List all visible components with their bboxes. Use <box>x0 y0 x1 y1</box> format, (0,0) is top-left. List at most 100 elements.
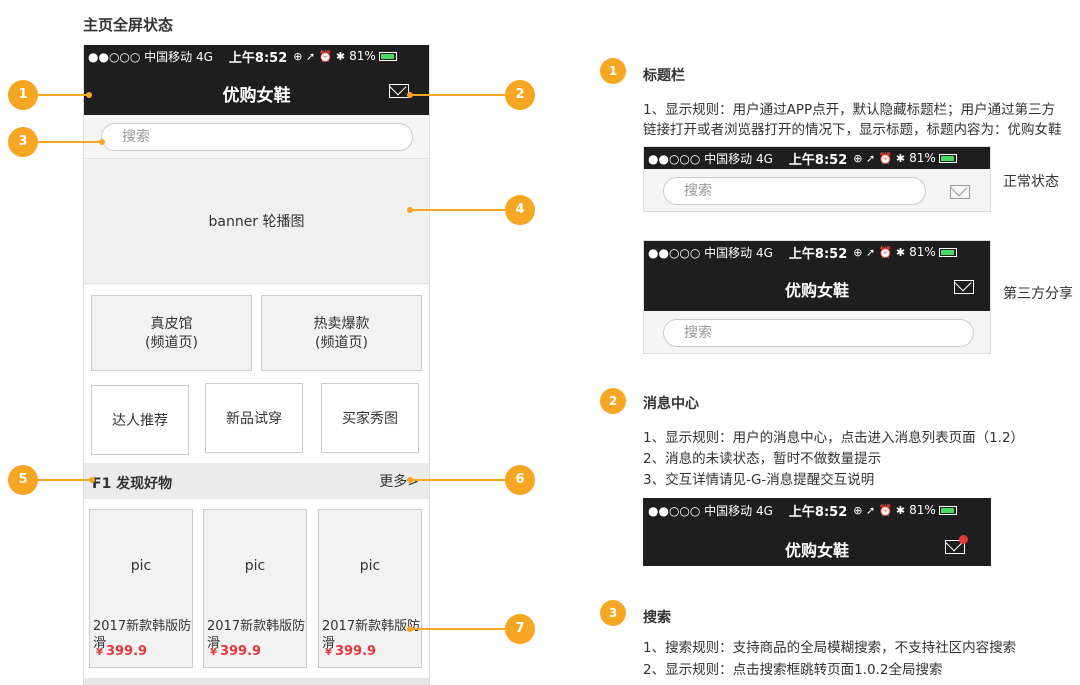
product-list: pic 2017新款韩版防滑 ¥399.9 pic 2017新款韩版防滑 ¥39… <box>84 499 429 685</box>
note-2-line-2: 2、消息的未读状态，暂时不做数量提示 <box>643 451 882 467</box>
unread-dot-icon <box>959 535 968 544</box>
app-title: 优购女鞋 <box>222 86 291 106</box>
note-2-badge: 2 <box>600 388 626 414</box>
callout-7: 7 <box>505 614 535 644</box>
category-sub: (频道页) <box>315 335 368 351</box>
category-expert[interactable]: 达人推荐 <box>91 385 189 455</box>
app-title: 优购女鞋 <box>784 541 849 560</box>
currency-symbol: ¥ <box>210 647 217 658</box>
note-1-badge: 1 <box>600 58 626 84</box>
mock-unread-message: ●●○○○ 中国移动 4G 上午8:52 ⊕ ➚ ⏰ ✱ 81% 优购女鞋 <box>643 498 991 566</box>
leader-dot <box>407 207 413 213</box>
mock-normal-state: ●●○○○ 中国移动 4G 上午8:52 ⊕ ➚ ⏰ ✱ 81% 搜索 <box>643 146 991 212</box>
leader-line <box>410 209 505 211</box>
note-3-title: 搜索 <box>643 610 671 626</box>
callout-3: 3 <box>8 127 38 157</box>
phone-mockup: ●●○○○ 中国移动 4G 上午8:52 ⊕ ➚ ⏰ ✱ 81% 优购女鞋 搜索… <box>83 45 430 685</box>
note-1-line-1: 1、显示规则：用户通过APP点开，默认隐藏标题栏；用户通过第三方 <box>643 102 1056 118</box>
battery-percent: 81% <box>349 49 376 63</box>
mail-icon[interactable] <box>950 185 970 199</box>
note-3-line-2: 2、显示规则：点击搜索框跳转页面1.0.2全局搜索 <box>643 662 943 678</box>
mail-icon[interactable] <box>389 84 409 98</box>
search-bar: 搜索 <box>84 115 429 159</box>
search-input[interactable]: 搜索 <box>663 177 926 205</box>
leader-dot <box>99 139 105 145</box>
product-image: pic <box>130 558 152 574</box>
signal-carrier: ●●○○○ 中国移动 4G <box>648 245 773 260</box>
status-bar: ●●○○○ 中国移动 4G 上午8:52 ⊕ ➚ ⏰ ✱ 81% <box>84 45 429 67</box>
mock-label-share: 第三方分享 <box>1003 286 1073 302</box>
status-icons: ⊕ ➚ ⏰ ✱ <box>853 151 906 165</box>
app-title: 优购女鞋 <box>784 281 849 300</box>
battery-icon <box>938 247 957 257</box>
leader-dot <box>86 92 92 98</box>
note-1-title: 标题栏 <box>643 68 685 84</box>
category-leather[interactable]: 真皮馆 (频道页) <box>91 295 252 371</box>
product-image: pic <box>244 558 266 574</box>
callout-1: 1 <box>8 80 38 110</box>
currency-symbol: ¥ <box>96 647 103 658</box>
category-new-try[interactable]: 新品试穿 <box>205 383 303 453</box>
search-input[interactable]: 搜索 <box>663 319 974 347</box>
page-title: 主页全屏状态 <box>83 16 174 34</box>
category-buyer-show[interactable]: 买家秀图 <box>321 383 419 453</box>
status-time: 上午8:52 <box>228 50 288 66</box>
callout-5: 5 <box>8 465 38 495</box>
product-price: ¥399.9 <box>96 644 147 659</box>
signal-carrier: ●●○○○ 中国移动 4G <box>88 49 213 64</box>
note-2-line-3: 3、交互详情请见-G-消息提醒交互说明 <box>643 472 875 488</box>
status-time: 上午8:52 <box>788 246 848 262</box>
leader-dot <box>407 626 413 632</box>
leader-dot <box>89 477 95 483</box>
note-1-line-2: 链接打开或者浏览器打开的情况下，显示标题，标题内容为：优购女鞋 <box>643 122 1062 138</box>
product-card[interactable]: pic 2017新款韩版防滑 ¥399.9 <box>318 509 422 668</box>
callout-4: 4 <box>505 195 535 225</box>
category-area: 真皮馆 (频道页) 热卖爆款 (频道页) 达人推荐 新品试穿 买家秀图 <box>84 285 429 463</box>
category-hot[interactable]: 热卖爆款 (频道页) <box>261 295 422 371</box>
battery-percent: 81% <box>909 151 936 165</box>
leader-line <box>410 94 505 96</box>
status-icons: ⊕ ➚ ⏰ ✱ <box>853 503 906 517</box>
bottom-divider <box>84 678 429 685</box>
battery-percent: 81% <box>909 503 936 517</box>
floor-title: F1 发现好物 <box>92 476 173 492</box>
status-time: 上午8:52 <box>788 504 848 520</box>
battery-icon <box>938 505 957 515</box>
search-input[interactable]: 搜索 <box>101 123 413 151</box>
leader-line <box>37 141 102 143</box>
more-link[interactable]: 更多> <box>379 471 419 491</box>
price-value: 399.9 <box>105 644 148 659</box>
callout-2: 2 <box>505 80 535 110</box>
leader-dot <box>407 477 413 483</box>
price-value: 399.9 <box>334 644 377 659</box>
status-icons: ⊕ ➚ ⏰ ✱ <box>853 245 906 259</box>
mail-icon[interactable] <box>954 280 974 294</box>
product-card[interactable]: pic 2017新款韩版防滑 ¥399.9 <box>203 509 307 668</box>
title-bar: 优购女鞋 <box>84 67 429 115</box>
signal-carrier: ●●○○○ 中国移动 4G <box>648 151 773 166</box>
callout-6: 6 <box>505 465 535 495</box>
note-2-line-1: 1、显示规则：用户的消息中心，点击进入消息列表页面（1.2） <box>643 430 1025 446</box>
status-bar: ●●○○○ 中国移动 4G 上午8:52 ⊕ ➚ ⏰ ✱ 81% <box>644 499 990 521</box>
currency-symbol: ¥ <box>325 647 332 658</box>
leader-line <box>37 94 89 96</box>
product-price: ¥399.9 <box>325 644 376 659</box>
product-image: pic <box>359 558 381 574</box>
note-2-title: 消息中心 <box>643 396 699 412</box>
category-name: 热卖爆款 <box>313 316 370 332</box>
signal-carrier: ●●○○○ 中国移动 4G <box>648 503 773 518</box>
title-bar: 优购女鞋 <box>644 263 990 311</box>
category-sub: (频道页) <box>145 335 198 351</box>
banner-carousel[interactable]: banner 轮播图 <box>84 160 429 284</box>
mock-third-party: ●●○○○ 中国移动 4G 上午8:52 ⊕ ➚ ⏰ ✱ 81% 优购女鞋 搜索 <box>643 240 991 354</box>
note-3-badge: 3 <box>600 600 626 626</box>
note-3-line-1: 1、搜索规则：支持商品的全局模糊搜索，不支持社区内容搜索 <box>643 640 1017 656</box>
status-bar: ●●○○○ 中国移动 4G 上午8:52 ⊕ ➚ ⏰ ✱ 81% <box>644 241 990 263</box>
battery-percent: 81% <box>909 245 936 259</box>
price-value: 399.9 <box>219 644 262 659</box>
floor-header: F1 发现好物 更多> <box>84 463 429 499</box>
leader-line <box>37 479 92 481</box>
product-card[interactable]: pic 2017新款韩版防滑 ¥399.9 <box>89 509 193 668</box>
leader-line <box>410 628 505 630</box>
battery-icon <box>938 153 957 163</box>
